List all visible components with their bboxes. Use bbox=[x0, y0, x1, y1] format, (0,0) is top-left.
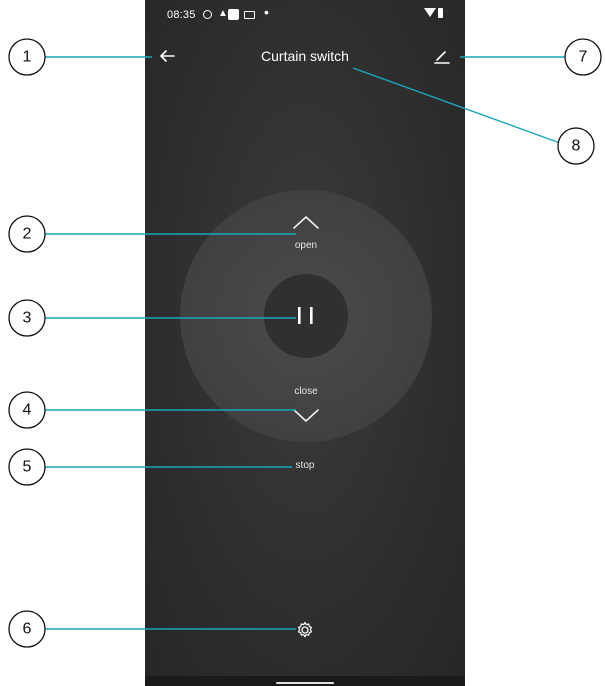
open-label: open bbox=[294, 240, 318, 251]
callout-number-6: 6 bbox=[23, 621, 32, 638]
navigation-bar bbox=[145, 676, 465, 686]
callout-number-4: 4 bbox=[23, 402, 32, 419]
status-bar: 08:35 ▲ • bbox=[145, 0, 465, 30]
status-time: 08:35 bbox=[167, 9, 196, 21]
chevron-down-icon bbox=[293, 409, 319, 422]
battery-icon bbox=[438, 8, 443, 18]
callout-circle-3 bbox=[8, 299, 46, 337]
close-label: close bbox=[294, 386, 318, 397]
callout-circle-4 bbox=[8, 391, 46, 429]
chevron-up-icon bbox=[293, 216, 319, 229]
curtain-control-dial: open close bbox=[180, 190, 432, 442]
phone-screen: 08:35 ▲ • Curtain switch open close stop bbox=[145, 0, 465, 686]
callout-circle-7 bbox=[564, 38, 602, 76]
home-indicator[interactable] bbox=[276, 682, 334, 684]
callout-number-1: 1 bbox=[23, 49, 32, 66]
callout-number-2: 2 bbox=[23, 226, 32, 243]
callout-number-8: 8 bbox=[572, 138, 581, 155]
page: 08:35 ▲ • Curtain switch open close stop… bbox=[0, 0, 605, 686]
dot-icon: • bbox=[264, 4, 269, 20]
app-bar: Curtain switch bbox=[145, 40, 465, 76]
edit-button[interactable] bbox=[430, 44, 454, 68]
callout-circle-8 bbox=[557, 127, 595, 165]
notification-icon: ▲ bbox=[218, 8, 228, 19]
arrow-left-icon bbox=[160, 50, 175, 62]
pencil-icon bbox=[434, 51, 450, 64]
close-button[interactable]: close bbox=[276, 386, 336, 436]
back-button[interactable] bbox=[155, 44, 179, 68]
callout-circle-1 bbox=[8, 38, 46, 76]
open-button[interactable]: open bbox=[276, 206, 336, 256]
page-title: Curtain switch bbox=[261, 48, 349, 64]
pause-button[interactable] bbox=[264, 274, 348, 358]
callout-circle-5 bbox=[8, 448, 46, 486]
sim-card-icon bbox=[244, 11, 255, 19]
sync-icon bbox=[203, 10, 212, 19]
callout-circle-6 bbox=[8, 610, 46, 648]
wifi-icon bbox=[424, 8, 436, 17]
callout-circle-2 bbox=[8, 215, 46, 253]
callout-number-5: 5 bbox=[23, 459, 32, 476]
app-icon bbox=[228, 9, 239, 20]
pause-icon bbox=[298, 307, 313, 324]
stop-label[interactable]: stop bbox=[280, 460, 330, 471]
callout-number-7: 7 bbox=[579, 49, 588, 66]
gear-icon bbox=[298, 621, 312, 638]
callout-number-3: 3 bbox=[23, 310, 32, 327]
settings-button[interactable] bbox=[295, 620, 315, 640]
